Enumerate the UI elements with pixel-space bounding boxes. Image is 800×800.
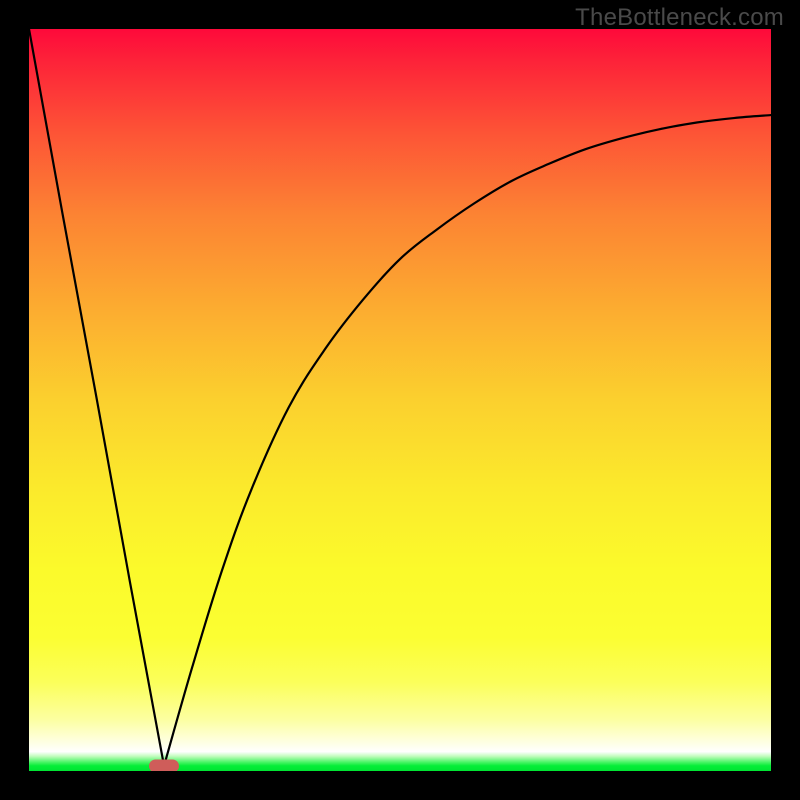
chart-frame: TheBottleneck.com	[0, 0, 800, 800]
plot-area	[29, 29, 771, 771]
curve-layer	[29, 29, 771, 771]
right-curve-path	[164, 115, 771, 766]
left-slope-path	[29, 29, 164, 766]
minimum-marker	[149, 759, 179, 771]
watermark-text: TheBottleneck.com	[575, 4, 784, 32]
